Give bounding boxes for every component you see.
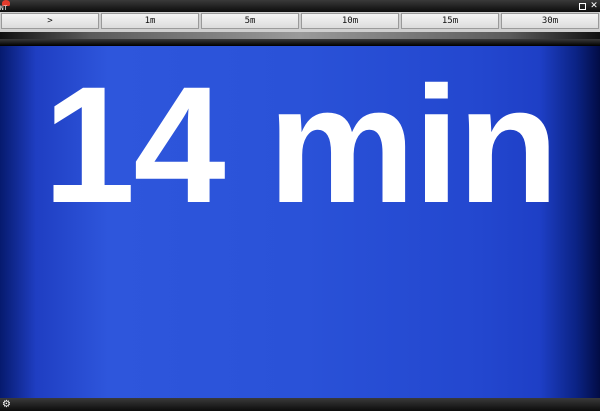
- preset-button-15m[interactable]: 15m: [401, 13, 499, 29]
- close-icon[interactable]: ✕: [589, 1, 599, 11]
- gear-icon[interactable]: ⚙: [1, 399, 12, 410]
- app-icon-text: NT: [0, 5, 8, 12]
- timer-display[interactable]: 14 min: [0, 46, 600, 398]
- maximize-icon[interactable]: [577, 1, 587, 11]
- preset-button-30m[interactable]: 30m: [501, 13, 599, 29]
- preset-button-10m[interactable]: 10m: [301, 13, 399, 29]
- preset-toolbar: > 1m 5m 10m 15m 30m: [0, 12, 600, 32]
- toolbar-shadow-band: [0, 32, 600, 46]
- preset-button-5m[interactable]: 5m: [201, 13, 299, 29]
- bottom-bar: ⚙: [0, 398, 600, 411]
- preset-button-start[interactable]: >: [1, 13, 99, 29]
- time-remaining-text: 14 min: [43, 53, 559, 238]
- preset-button-1m[interactable]: 1m: [101, 13, 199, 29]
- timer-window: NT ✕ > 1m 5m 10m 15m 30m 14 min ⚙: [0, 0, 600, 411]
- app-icon[interactable]: NT: [0, 0, 12, 12]
- title-bar[interactable]: NT ✕: [0, 0, 600, 12]
